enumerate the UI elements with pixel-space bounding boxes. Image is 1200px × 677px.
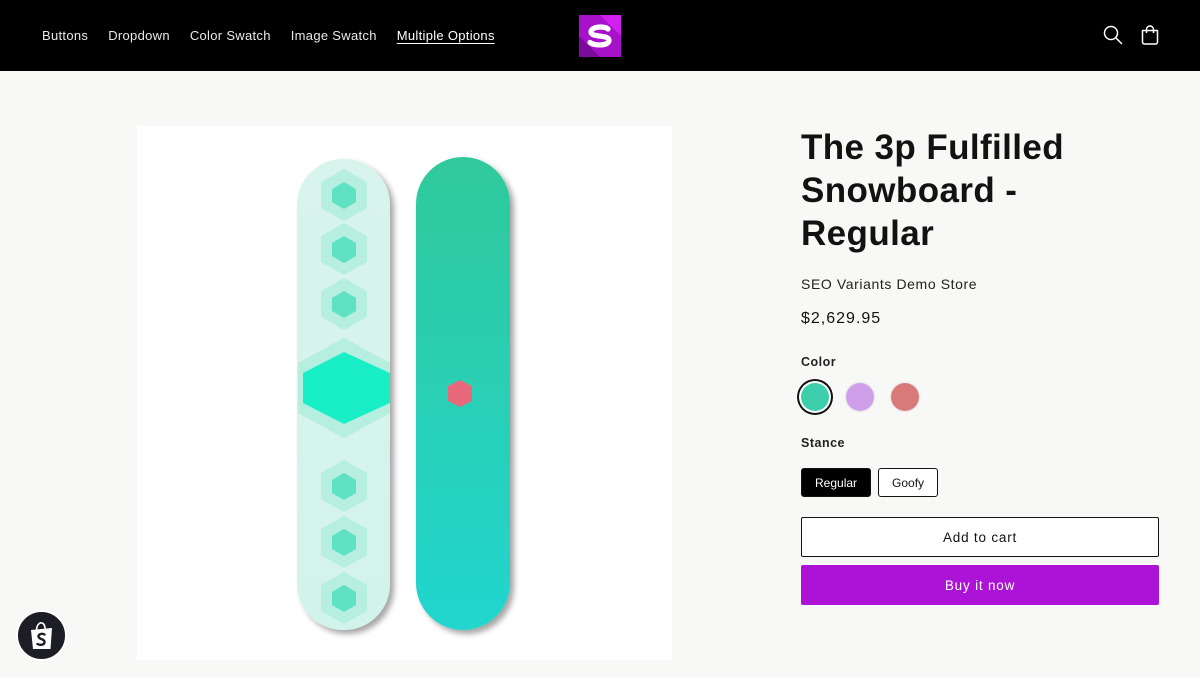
stance-option-regular[interactable]: Regular bbox=[801, 468, 872, 497]
nav-link-multiple-options[interactable]: Multiple Options bbox=[397, 28, 495, 43]
color-swatch[interactable] bbox=[801, 383, 829, 411]
shopify-bag-icon[interactable] bbox=[16, 610, 67, 661]
stance-option-label: Stance bbox=[801, 436, 845, 450]
stance-option-goofy[interactable]: Goofy bbox=[878, 468, 939, 497]
product-vendor: SEO Variants Demo Store bbox=[801, 276, 978, 292]
color-swatch-group bbox=[801, 383, 1159, 411]
main-nav: Buttons Dropdown Color Swatch Image Swat… bbox=[32, 0, 505, 71]
site-header: Buttons Dropdown Color Swatch Image Swat… bbox=[0, 0, 1200, 71]
nav-link-color-swatch[interactable]: Color Swatch bbox=[190, 28, 271, 43]
nav-link-image-swatch[interactable]: Image Swatch bbox=[291, 28, 377, 43]
nav-link-dropdown[interactable]: Dropdown bbox=[108, 28, 170, 43]
nav-link-buttons[interactable]: Buttons bbox=[42, 28, 88, 43]
product-price: $2,629.95 bbox=[801, 310, 882, 327]
color-swatch[interactable] bbox=[846, 383, 874, 411]
product-media[interactable] bbox=[137, 126, 672, 660]
color-option-label: Color bbox=[801, 355, 837, 369]
product-title: The 3p Fulfilled Snowboard - Regular bbox=[801, 128, 1065, 253]
product-image bbox=[297, 157, 510, 630]
buy-it-now-button[interactable]: Buy it now bbox=[801, 565, 1159, 605]
color-swatch[interactable] bbox=[891, 383, 919, 411]
stance-option-group: Regular Goofy bbox=[801, 468, 1159, 497]
add-to-cart-button[interactable]: Add to cart bbox=[801, 517, 1159, 557]
product-info: The 3p Fulfilled Snowboard - Regular SEO… bbox=[801, 126, 1159, 605]
search-icon[interactable] bbox=[1102, 24, 1124, 46]
store-logo-icon[interactable] bbox=[579, 15, 621, 57]
cart-icon[interactable] bbox=[1139, 24, 1161, 46]
